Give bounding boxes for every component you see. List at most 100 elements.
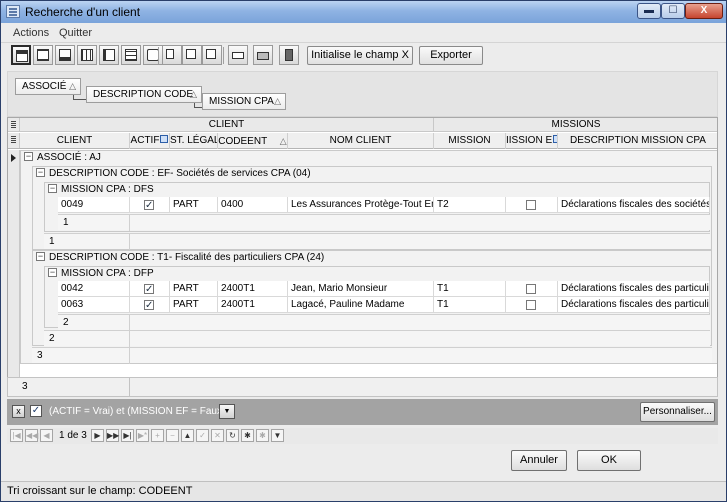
results-grid: CLIENT MISSIONS CLIENT ACTIF ST. LÉGAL C… [7,117,718,397]
layout-band-bottom-icon[interactable] [55,45,75,65]
nav-last-record-icon[interactable]: ▶* [136,429,149,442]
title-bar[interactable]: Recherche d'un client ▬ ☐ X [1,1,726,23]
nav-cancel-icon[interactable]: ✕ [211,429,224,442]
cell-mission-ef[interactable] [506,297,558,313]
nav-filter-icon[interactable]: ▼ [271,429,284,442]
dialog-window: Recherche d'un client ▬ ☐ X Actions Quit… [0,0,727,502]
column-fit-icon[interactable] [99,45,119,65]
collapse-icon[interactable]: − [36,251,45,261]
menu-bar: Actions Quitter [1,23,726,43]
grip-icon [11,121,16,129]
group-by-panel: ASSOCIÉ △ DESCRIPTION CODE △ MISSION CPA… [7,71,718,117]
group-description-t1-label: DESCRIPTION CODE : T1- Fiscalité des par… [49,252,325,263]
mission-ef-checkbox[interactable] [526,300,536,310]
group-collapse-icon[interactable] [202,45,222,65]
group-tree-icon[interactable] [182,45,202,65]
col-client[interactable]: CLIENT [20,133,130,149]
menu-quit[interactable]: Quitter [59,27,92,39]
mission-ef-checkbox[interactable] [526,284,536,294]
init-field-button[interactable]: Initialise le champ X [307,46,413,65]
group-associe-caption[interactable]: − ASSOCIÉ : AJ [24,151,101,166]
print-icon[interactable] [253,45,273,65]
clear-filter-icon[interactable]: x [12,405,25,418]
group-chip-description-code[interactable]: DESCRIPTION CODE △ [86,86,202,103]
group-chip-label: MISSION CPA [209,96,274,107]
actif-checkbox[interactable] [144,198,154,213]
cell-actif[interactable] [130,297,170,313]
cancel-button[interactable]: Annuler [511,450,567,471]
export-button[interactable]: Exporter [419,46,483,65]
band-missions[interactable]: MISSIONS [434,118,717,132]
table-row[interactable]: 0042 PART 2400T1 Jean, Mario Monsieur T1… [58,281,710,297]
nav-refresh-icon[interactable]: ↻ [226,429,239,442]
close-button[interactable]: X [685,3,723,19]
nav-insert-icon[interactable]: + [151,429,164,442]
filter-expression: (ACTIF = Vrai) et (MISSION EF = Faux) [49,406,226,417]
group-mission-dfp-caption[interactable]: − MISSION CPA : DFP [48,267,154,282]
col-actif[interactable]: ACTIF [130,133,170,149]
collapse-icon[interactable]: − [36,167,45,177]
nav-next-page-icon[interactable]: ▶▶ [106,429,119,442]
grid-footer: 3 [7,377,718,397]
cell-nom-client: Lagacé, Pauline Madame [288,297,434,313]
col-mission-ef[interactable]: IISSION E [506,133,558,149]
group-mission-dfs-caption[interactable]: − MISSION CPA : DFS [48,183,154,198]
col-codeent[interactable]: CODEENT △ [218,133,288,149]
actif-checkbox[interactable] [144,298,154,313]
maximize-button[interactable]: ☐ [661,3,685,19]
cell-mission-ef[interactable] [506,197,558,213]
minimize-button[interactable]: ▬ [637,3,661,19]
nav-edit-icon[interactable]: ▲ [181,429,194,442]
sort-ascending-icon: △ [279,136,287,146]
sort-ascending-icon: △ [69,81,76,91]
filter-history-dropdown[interactable]: ▼ [219,404,235,419]
exit-door-icon[interactable] [279,45,299,65]
filter-enabled-checkbox[interactable]: ✓ [30,405,42,417]
sort-icon[interactable] [228,45,248,65]
actif-checkbox[interactable] [144,282,154,297]
filter-icon[interactable] [160,135,169,144]
nav-goto-bookmark-icon[interactable]: ✱ [256,429,269,442]
ok-button[interactable]: OK [577,450,641,471]
grid-lines-icon[interactable] [77,45,97,65]
group-description-ef-label: DESCRIPTION CODE : EF- Sociétés de servi… [49,168,311,179]
cell-mission-ef[interactable] [506,281,558,297]
group-expand-icon[interactable] [162,45,182,65]
preview-icon[interactable] [143,45,163,65]
group-chip-mission-cpa[interactable]: MISSION CPA △ [202,93,286,110]
band-client[interactable]: CLIENT [20,118,434,132]
menu-actions[interactable]: Actions [13,27,49,39]
nav-next-record-icon[interactable]: ▶ [91,429,104,442]
nav-delete-icon[interactable]: − [166,429,179,442]
nav-first-page-icon[interactable]: |◀ [10,429,23,442]
cell-actif[interactable] [130,197,170,213]
nav-bookmark-icon[interactable]: ✱ [241,429,254,442]
nav-page-indicator: 1 de 3 [59,430,87,441]
window-title: Recherche d'un client [25,5,141,19]
nav-last-page-icon[interactable]: ▶| [121,429,134,442]
group-description-ef-caption[interactable]: − DESCRIPTION CODE : EF- Sociétés de serv… [36,167,311,182]
nav-prev-page-icon[interactable]: ◀◀ [25,429,38,442]
cell-actif[interactable] [130,281,170,297]
nav-post-icon[interactable]: ✓ [196,429,209,442]
collapse-icon[interactable]: − [48,267,57,277]
col-mission[interactable]: MISSION [434,133,506,149]
mission-ef-checkbox[interactable] [526,200,536,210]
collapse-icon[interactable]: − [24,151,33,161]
col-description-mission[interactable]: DESCRIPTION MISSION CPA [558,133,717,149]
group-chip-associe[interactable]: ASSOCIÉ △ [15,78,81,95]
col-st-legal[interactable]: ST. LÉGAL [170,133,218,149]
table-row[interactable]: 0063 PART 2400T1 Lagacé, Pauline Madame … [58,297,710,313]
columns-icon[interactable] [121,45,141,65]
customize-filter-button[interactable]: Personnaliser... [640,402,715,422]
col-nom-client[interactable]: NOM CLIENT [288,133,434,149]
layout-band-middle-icon[interactable] [33,45,53,65]
table-row[interactable]: 0049 PART 0400 Les Assurances Protège-To… [58,197,710,213]
group-description-t1-caption[interactable]: − DESCRIPTION CODE : T1- Fiscalité des pa… [36,251,324,266]
nav-prev-record-icon[interactable]: ◀ [40,429,53,442]
layout-band-top-icon[interactable] [11,45,31,65]
collapse-icon[interactable]: − [48,183,57,193]
column-header-row: CLIENT ACTIF ST. LÉGAL CODEENT △ NOM CLI… [8,133,717,149]
band-indicator [8,118,20,131]
record-navigator: |◀ ◀◀ ◀ 1 de 3 ▶ ▶▶ ▶| ▶* + − ▲ ✓ ✕ ↻ ✱ … [7,428,718,444]
